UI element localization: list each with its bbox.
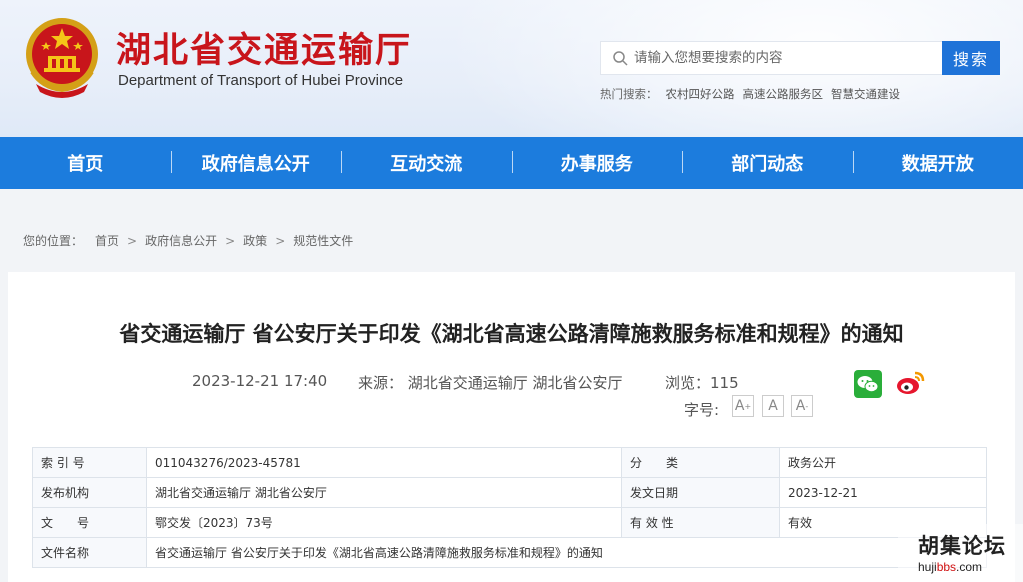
search-icon [613,51,628,66]
breadcrumb: 您的位置： 首页 > 政府信息公开 > 政策 > 规范性文件 [23,232,353,249]
article-source: 来源： 湖北省交通运输厅 湖北省公安厅 [358,374,623,392]
nav-item-open-data[interactable]: 数据开放 [852,137,1023,189]
breadcrumb-item-gov-info[interactable]: 政府信息公开 [145,232,217,249]
category-value: 政务公开 [779,447,987,478]
nav-item-home[interactable]: 首页 [0,137,171,189]
font-medium-glyph: A [768,398,778,414]
category-label: 分 类 [621,447,780,478]
site-title: 湖北省交通运输厅 [116,31,413,71]
national-emblem-icon [26,18,98,98]
table-row: 文件名称 省交通运输厅 省公安厅关于印发《湖北省高速公路清障施救服务标准和规程》… [32,537,987,568]
hot-search-item[interactable]: 农村四好公路 [666,86,735,102]
search-button[interactable]: 搜索 [942,41,1000,75]
hot-search: 热门搜索： 农村四好公路 高速公路服务区 智慧交通建设 [600,86,900,102]
watermark-text: 胡集论坛 [918,534,1006,558]
breadcrumb-label: 您的位置： [23,234,84,248]
doc-number-value: 鄂交发〔2023〕73号 [146,507,622,538]
article-title: 省交通运输厅 省公安厅关于印发《湖北省高速公路清障施救服务标准和规程》的通知 [119,322,904,346]
watermark-url-text: hujibbs.com [918,560,983,574]
breadcrumb-item-home[interactable]: 首页 [95,232,119,249]
watermark-url: hujibbs.com [918,560,982,574]
wechat-share-icon[interactable] [854,370,882,398]
issue-date-label: 发文日期 [621,477,780,508]
hot-search-item[interactable]: 高速公路服务区 [743,86,824,102]
font-size-label: 字号: [684,401,720,419]
hot-search-label: 热门搜索： [600,87,658,101]
article-card: 省交通运输厅 省公安厅关于印发《湖北省高速公路清障施救服务标准和规程》的通知 2… [8,272,1015,582]
site-header: 湖北省交通运输厅 Department of Transport of Hube… [0,0,1023,137]
font-large-glyph: A [734,398,745,414]
font-size-medium-button[interactable]: A [762,395,784,417]
file-name-value: 省交通运输厅 省公安厅关于印发《湖北省高速公路清障施救服务标准和规程》的通知 [146,537,987,568]
font-size-small-button[interactable]: A- [791,395,813,417]
search-input[interactable] [634,44,934,72]
nav-item-services[interactable]: 办事服务 [511,137,683,189]
article-views: 浏览：115 [665,374,739,392]
main-nav: 首页 政府信息公开 互动交流 办事服务 部门动态 数据开放 [0,137,1023,189]
table-row: 索 引 号 011043276/2023-45781 分 类 政务公开 [32,447,987,478]
breadcrumb-item-normative-docs[interactable]: 规范性文件 [293,232,353,249]
hot-search-item[interactable]: 智慧交通建设 [831,86,900,102]
index-value: 011043276/2023-45781 [146,447,622,478]
nav-item-news[interactable]: 部门动态 [682,137,853,189]
article-date: 2023-12-21 17:40 [192,372,328,390]
breadcrumb-separator: > [225,233,236,248]
font-size-large-button[interactable]: A + [732,395,754,417]
file-name-label: 文件名称 [32,537,147,568]
publisher-label: 发布机构 [32,477,147,508]
weibo-share-icon[interactable] [895,369,925,397]
doc-number-label: 文 号 [32,507,147,538]
table-row: 发布机构 湖北省交通运输厅 湖北省公安厅 发文日期 2023-12-21 [32,477,987,508]
nav-item-interaction[interactable]: 互动交流 [341,137,512,189]
site-subtitle: Department of Transport of Hubei Provinc… [118,72,404,89]
breadcrumb-separator: > [275,233,286,248]
document-info-table: 索 引 号 011043276/2023-45781 分 类 政务公开 发布机构… [32,447,987,568]
font-small-glyph: A [795,398,806,414]
index-label: 索 引 号 [32,447,147,478]
publisher-value: 湖北省交通运输厅 湖北省公安厅 [146,477,622,508]
nav-item-gov-info[interactable]: 政府信息公开 [170,137,342,189]
watermark-url-highlight: bbs [936,560,957,574]
breadcrumb-item-policy[interactable]: 政策 [243,232,267,249]
breadcrumb-separator: > [127,233,138,248]
issue-date-value: 2023-12-21 [779,477,987,508]
table-row: 文 号 鄂交发〔2023〕73号 有 效 性 有效 [32,507,987,538]
validity-label: 有 效 性 [621,507,780,538]
